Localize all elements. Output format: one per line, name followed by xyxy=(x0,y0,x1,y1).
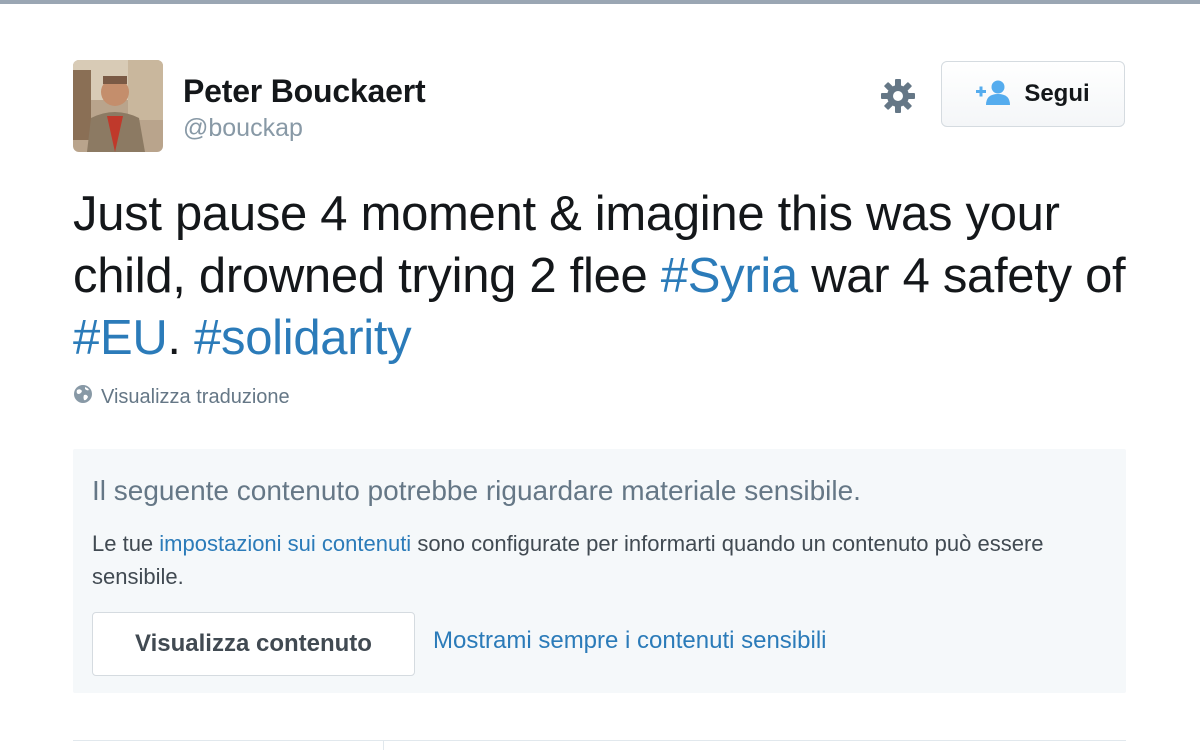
tweet-text-part: . xyxy=(167,311,195,365)
translate-label: Visualizza traduzione xyxy=(101,385,290,408)
bottom-divider-vertical xyxy=(383,740,384,750)
hashtag-eu-link[interactable]: #EU xyxy=(73,311,168,365)
avatar[interactable] xyxy=(73,60,163,152)
translate-link[interactable]: Visualizza traduzione xyxy=(73,384,290,410)
view-content-button[interactable]: Visualizza contenuto xyxy=(92,612,415,676)
hashtag-solidarity-link[interactable]: #solidarity xyxy=(194,311,412,365)
user-username[interactable]: @bouckap xyxy=(183,114,303,143)
content-settings-link[interactable]: impostazioni sui contenuti xyxy=(159,531,411,556)
sensitive-content-warning: Il seguente contenuto potrebbe riguardar… xyxy=(73,449,1126,693)
gear-icon[interactable] xyxy=(878,76,918,116)
tweet-text-part: war 4 safety of xyxy=(797,249,1126,303)
tweet-text: Just pause 4 moment & imagine this was y… xyxy=(73,183,1153,369)
sensitive-desc-prefix: Le tue xyxy=(92,531,160,556)
tweet-card: Peter Bouckaert @bouckap Segui Just paus… xyxy=(0,0,1200,750)
sensitive-description: Le tue impostazioni sui contenuti sono c… xyxy=(92,527,1052,593)
always-show-sensitive-link[interactable]: Mostrami sempre i contenuti sensibili xyxy=(433,627,826,655)
user-fullname[interactable]: Peter Bouckaert xyxy=(183,73,426,110)
sensitive-title: Il seguente contenuto potrebbe riguardar… xyxy=(92,475,861,506)
follow-button-label: Segui xyxy=(1024,80,1090,107)
bottom-divider xyxy=(73,740,1126,741)
hashtag-syria-link[interactable]: #Syria xyxy=(661,249,798,303)
follow-button[interactable]: Segui xyxy=(941,61,1125,127)
add-user-icon xyxy=(976,79,1012,110)
globe-icon xyxy=(73,384,93,410)
